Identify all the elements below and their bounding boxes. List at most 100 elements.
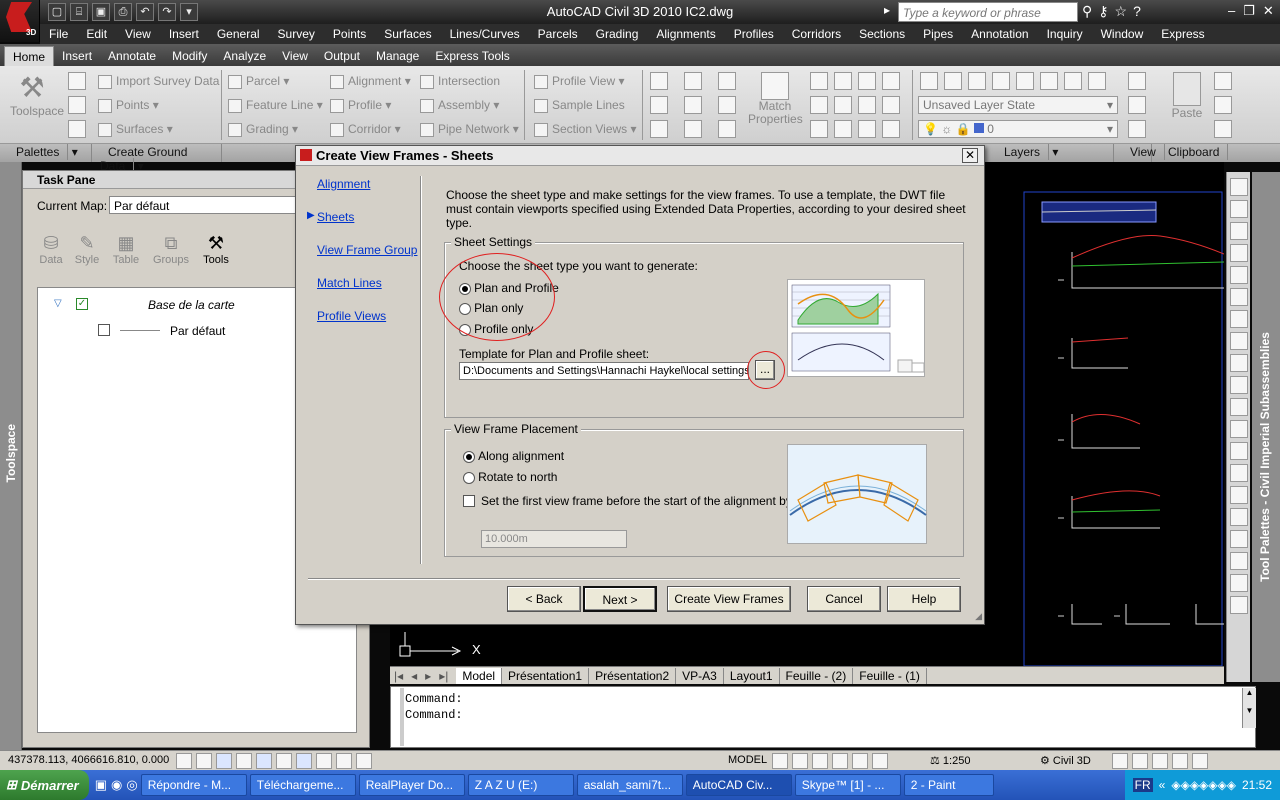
search-expand-icon[interactable]: ▸ [884, 3, 890, 17]
layout-icon[interactable] [792, 753, 808, 769]
start-button[interactable]: ⊞ Démarrer [0, 770, 89, 800]
assembly-button[interactable]: Assembly ▾ [420, 98, 499, 113]
task-realplayer[interactable]: RealPlayer Do... [358, 774, 465, 796]
rectangle-icon[interactable] [718, 96, 736, 114]
quicklaunch-icon-1[interactable]: ▣ [95, 777, 107, 793]
layer-match-icon[interactable] [1040, 72, 1058, 90]
construction-line-icon[interactable] [650, 96, 668, 114]
ducs-icon[interactable] [296, 753, 312, 769]
layer-off-icon[interactable] [968, 72, 986, 90]
draw-gradient-icon[interactable] [1230, 486, 1248, 504]
language-indicator[interactable]: FR [1132, 778, 1153, 792]
rotate-icon[interactable] [718, 72, 736, 90]
first-frame-offset-input[interactable]: 10.000m [481, 530, 627, 548]
draw-insert-icon[interactable] [1230, 398, 1248, 416]
layer-state-select[interactable]: Unsaved Layer State ▾ [918, 96, 1118, 114]
tab-presentation2[interactable]: Présentation2 [589, 667, 677, 684]
draw-block-icon[interactable] [1230, 420, 1248, 438]
dropdown-arrow-icon[interactable]: ▾ [180, 3, 198, 21]
rotate-object-icon[interactable] [834, 72, 852, 90]
new-file-icon[interactable]: ▢ [48, 3, 66, 21]
undo-icon[interactable]: ↶ [136, 3, 154, 21]
stretch-icon[interactable] [858, 96, 876, 114]
draw-circle-icon[interactable] [1230, 310, 1248, 328]
tool-palettes-strip[interactable]: Tool Palettes - Civil Imperial Subassemb… [1252, 172, 1280, 682]
fillet-icon[interactable] [834, 96, 852, 114]
orbit-icon[interactable] [1128, 96, 1146, 114]
toolspace-strip[interactable]: Toolspace [0, 162, 22, 750]
mirror-icon[interactable] [810, 96, 828, 114]
radio-rotate-to-north[interactable]: Rotate to north [463, 470, 557, 485]
menu-lines-curves[interactable]: Lines/Curves [441, 27, 529, 41]
annotation-scale[interactable]: ⚖ 1:250 [930, 754, 970, 767]
tab-nav-first-icon[interactable]: |◂ [390, 669, 407, 683]
draw-spline-icon[interactable] [1230, 354, 1248, 372]
data-tool[interactable]: ⛁ Data [37, 233, 65, 283]
pan-icon[interactable] [1128, 72, 1146, 90]
close-icon[interactable]: ✕ [1263, 3, 1274, 19]
tab-insert[interactable]: Insert [54, 46, 100, 66]
surfaces-button[interactable]: Surfaces ▾ [98, 122, 173, 137]
offset-icon[interactable] [858, 120, 876, 138]
layer-checkbox[interactable] [98, 324, 110, 336]
groups-tool[interactable]: ⧉ Groups [151, 233, 191, 283]
command-grip[interactable] [400, 688, 404, 746]
search-input[interactable]: Type a keyword or phrase [898, 2, 1078, 22]
alignment-button[interactable]: Alignment ▾ [330, 74, 411, 89]
nav-sheets[interactable]: Sheets [317, 210, 354, 224]
draw-pline-icon[interactable] [1230, 222, 1248, 240]
panel-create-ground-data[interactable]: Create Ground Data ▾ [92, 144, 222, 174]
workspace-switch[interactable]: ⚙ Civil 3D [1040, 754, 1091, 767]
menu-view[interactable]: View [116, 27, 160, 41]
tab-feuille-1[interactable]: Feuille - (1) [853, 667, 927, 684]
minimize-icon[interactable]: – [1228, 3, 1235, 19]
nav-match-lines[interactable]: Match Lines [317, 276, 382, 290]
points-button[interactable]: Points ▾ [98, 98, 159, 113]
lock-ui-icon[interactable] [1112, 753, 1128, 769]
draw-line-icon[interactable] [1230, 178, 1248, 196]
qp-icon[interactable] [356, 753, 372, 769]
draw-region-icon[interactable] [1230, 508, 1248, 526]
zoom-icon[interactable] [1128, 120, 1146, 138]
task-document[interactable]: asalah_sami7t... [576, 774, 683, 796]
tab-feuille-2[interactable]: Feuille - (2) [780, 667, 854, 684]
tab-vp-a3[interactable]: VP-A3 [676, 667, 724, 684]
tab-nav-last-icon[interactable]: ▸| [435, 669, 456, 683]
table-tool[interactable]: ▦ Table [109, 233, 143, 283]
hardware-accel-icon[interactable] [1132, 753, 1148, 769]
tab-view[interactable]: View [274, 46, 316, 66]
grading-button[interactable]: Grading ▾ [228, 122, 298, 137]
app-logo[interactable]: 3D [0, 0, 40, 42]
menu-insert[interactable]: Insert [160, 27, 208, 41]
line-icon[interactable] [650, 72, 668, 90]
menu-grading[interactable]: Grading [587, 27, 648, 41]
menu-parcels[interactable]: Parcels [529, 27, 587, 41]
menu-corridors[interactable]: Corridors [783, 27, 850, 41]
layer-properties-icon[interactable] [920, 72, 938, 90]
dim-aligned-icon[interactable] [1230, 596, 1248, 614]
tab-modify[interactable]: Modify [164, 46, 215, 66]
open-folder-icon[interactable]: ⌸ [70, 3, 88, 21]
import-survey-button[interactable]: Import Survey Data [98, 74, 219, 89]
settings-icon[interactable] [68, 96, 86, 114]
corridor-button[interactable]: Corridor ▾ [330, 122, 401, 137]
star-icon[interactable]: ☆ [1115, 3, 1128, 20]
osnap-icon[interactable] [256, 753, 272, 769]
steering-wheel-icon[interactable] [852, 753, 868, 769]
parcel-button[interactable]: Parcel ▾ [228, 74, 289, 89]
task-skype[interactable]: Skype™ [1] - ... [794, 774, 901, 796]
draw-ellipse-icon[interactable] [1230, 376, 1248, 394]
toolspace-button[interactable]: ⚒ Toolspace [10, 72, 64, 118]
cancel-button[interactable]: Cancel [807, 586, 881, 612]
layer-lock-icon[interactable] [1016, 72, 1034, 90]
isolate-icon[interactable] [1152, 753, 1168, 769]
zoom-status-icon[interactable] [832, 753, 848, 769]
task-drive[interactable]: Z A Z U (E:) [467, 774, 574, 796]
task-outlook[interactable]: Répondre - M... [140, 774, 247, 796]
menu-window[interactable]: Window [1092, 27, 1153, 41]
tab-output[interactable]: Output [316, 46, 368, 66]
create-view-frames-button[interactable]: Create View Frames [667, 586, 791, 612]
profile-view-button[interactable]: Profile View ▾ [534, 74, 625, 89]
menu-annotation[interactable]: Annotation [962, 27, 1037, 41]
layer-isolate-icon[interactable] [944, 72, 962, 90]
